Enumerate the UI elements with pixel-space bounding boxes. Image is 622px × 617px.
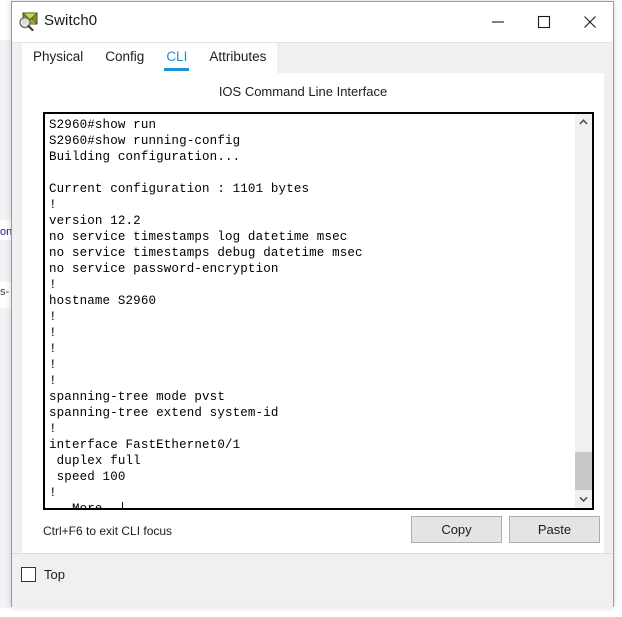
tab-label: CLI — [166, 49, 188, 64]
chevron-up-icon[interactable] — [575, 114, 592, 131]
terminal-line: ! — [49, 310, 57, 324]
terminal-line: ! — [49, 198, 57, 212]
terminal-line: ! — [49, 326, 57, 340]
top-checkbox[interactable] — [21, 567, 36, 582]
terminal-line: spanning-tree extend system-id — [49, 406, 279, 420]
terminal-scrollbar[interactable] — [574, 114, 592, 508]
top-checkbox-label: Top — [44, 567, 65, 582]
window-title: Switch0 — [44, 12, 98, 29]
copy-button[interactable]: Copy — [411, 516, 502, 543]
cli-focus-hint: Ctrl+F6 to exit CLI focus — [43, 524, 173, 538]
terminal-line: ! — [49, 486, 57, 500]
terminal-line: ! — [49, 374, 57, 388]
terminal-line: ! — [49, 422, 57, 436]
terminal-line: ! — [49, 278, 57, 292]
tab-strip: Physical Config CLI Attributes — [12, 43, 613, 74]
terminal-line: S2960#show running-config — [49, 134, 241, 148]
maximize-button[interactable] — [521, 2, 567, 41]
close-button[interactable] — [567, 2, 613, 41]
terminal-line: Current configuration : 1101 bytes — [49, 182, 310, 196]
tab-cli[interactable]: CLI — [155, 43, 198, 71]
tab-label: Attributes — [209, 49, 267, 64]
terminal-line: S2960#show run — [49, 118, 157, 132]
tab-label: Physical — [33, 49, 84, 64]
terminal-line: no service password-encryption — [49, 262, 279, 276]
terminal-output[interactable]: S2960#show run S2960#show running-config B… — [45, 114, 574, 508]
terminal-line: interface FastEthernet0/1 — [49, 438, 241, 452]
terminal-line: no service timestamps debug datetime mse… — [49, 246, 363, 260]
terminal-line: Building configuration... — [49, 150, 241, 164]
title-bar: Switch0 — [12, 2, 613, 43]
bottom-bar: Top — [12, 553, 613, 607]
paste-button[interactable]: Paste — [509, 516, 600, 543]
tab-config[interactable]: Config — [94, 43, 155, 68]
switch-device-window: Switch0 Physical Config CLI Attributes I… — [11, 1, 614, 607]
tab-physical[interactable]: Physical — [22, 43, 94, 68]
terminal-line: --More-- — [49, 501, 574, 508]
terminal-line: speed 100 — [49, 470, 126, 484]
terminal-line: hostname S2960 — [49, 294, 157, 308]
chevron-down-icon[interactable] — [575, 491, 592, 508]
terminal-line: spanning-tree mode pvst — [49, 390, 225, 404]
minimize-button[interactable] — [475, 2, 521, 41]
terminal-cursor — [121, 502, 123, 508]
inspect-envelope-icon — [17, 10, 39, 32]
top-checkbox-row[interactable]: Top — [21, 567, 65, 582]
cli-heading: IOS Command Line Interface — [218, 84, 388, 99]
terminal-line: no service timestamps log datetime msec — [49, 230, 348, 244]
terminal-line: ! — [49, 342, 57, 356]
scrollbar-thumb[interactable] — [575, 452, 592, 490]
terminal-container: S2960#show run S2960#show running-config B… — [43, 112, 594, 510]
cli-panel: IOS Command Line Interface S2960#show ru… — [22, 73, 604, 553]
tab-label: Config — [105, 49, 145, 64]
tab-attributes[interactable]: Attributes — [198, 43, 277, 68]
terminal-line: ! — [49, 358, 57, 372]
terminal-line: version 12.2 — [49, 214, 141, 228]
terminal-line: duplex full — [49, 454, 141, 468]
